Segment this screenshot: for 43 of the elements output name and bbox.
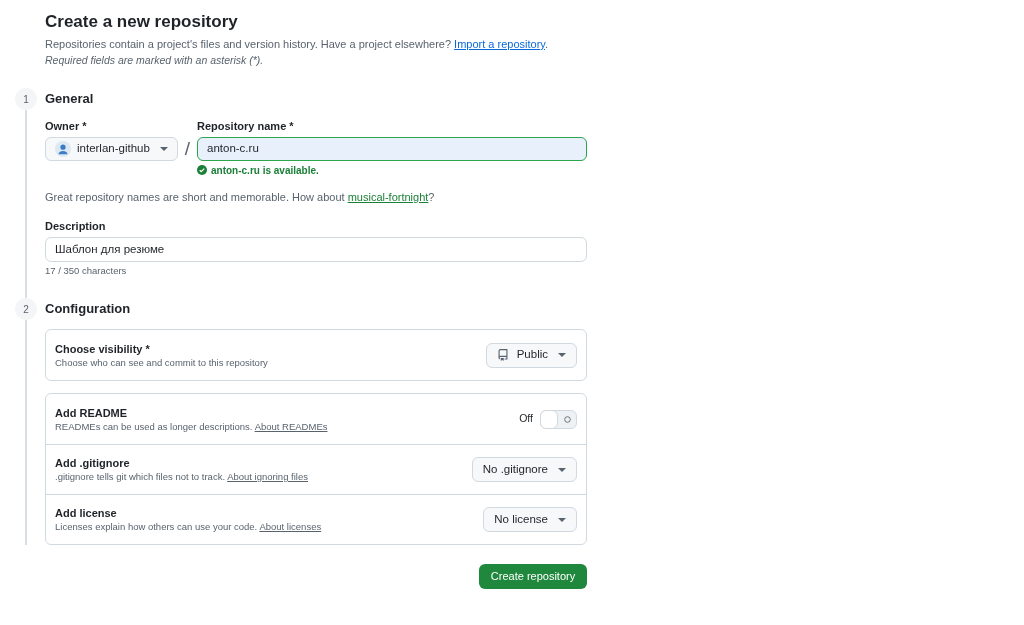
circle-icon xyxy=(563,415,571,423)
field-label: Owner * xyxy=(45,119,87,133)
setting-title: Choose visibility * xyxy=(55,341,150,356)
page-title: Create a new repository xyxy=(45,11,238,33)
dropdown-button[interactable]: No .gitignore xyxy=(471,457,577,482)
intro-text: Repositories contain a project's files and version history. Have a project elsewhere? Import a repository. xyxy=(45,37,549,52)
section-title: General xyxy=(45,90,94,109)
setting-description: .gitignore tells git which files not to track. About ignoring files xyxy=(55,470,308,483)
field-label: Description xyxy=(45,219,106,233)
import-link[interactable]: Import a repository xyxy=(454,38,545,50)
setting-title: Add README xyxy=(55,405,128,420)
required-note: Required fields are marked with an asterisk (*). xyxy=(45,53,264,68)
suggestion-link[interactable]: musical-fortnight xyxy=(347,191,429,203)
caret-icon xyxy=(558,517,566,522)
help-link[interactable]: About ignoring files xyxy=(227,471,308,482)
help-link[interactable]: About READMEs xyxy=(254,420,328,432)
avatar-icon xyxy=(55,141,71,157)
setting-title: Add license xyxy=(55,506,117,520)
section-title: Configuration xyxy=(45,300,131,319)
suggestion-text: Great repository names are short and memorable. How about musical-fortnight? xyxy=(45,190,435,205)
help-link[interactable]: About licenses xyxy=(259,521,322,532)
step-number: 1 xyxy=(15,88,37,110)
setting-description: Choose who can see and commit to this repository xyxy=(55,355,268,369)
path-separator: / xyxy=(184,137,191,161)
step-number: 2 xyxy=(15,298,37,320)
caret-icon xyxy=(558,467,566,472)
toggle-switch[interactable] xyxy=(540,409,577,429)
availability-message: anton-c.ru is available. xyxy=(211,163,319,178)
toggle-state-label: Off xyxy=(519,411,533,427)
setting-title: Add .gitignore xyxy=(55,456,130,470)
create-repository-button[interactable]: Create repository xyxy=(479,564,587,589)
dropdown-button[interactable]: Public xyxy=(485,342,577,368)
character-counter: 17 / 350 characters xyxy=(45,265,127,277)
field-label: Repository name * xyxy=(197,119,294,133)
description-field[interactable]: Шаблон для резюме xyxy=(45,237,587,262)
repository-name-field[interactable]: anton-c.ru xyxy=(197,137,587,161)
setting-description: Licenses explain how others can use your code. About licenses xyxy=(55,520,322,533)
owner-dropdown[interactable]: interlan-github xyxy=(45,137,178,161)
caret-icon xyxy=(558,353,566,357)
setting-description: READMEs can be used as longer descriptions. About READMEs xyxy=(55,419,328,433)
dropdown-button[interactable]: No license xyxy=(483,507,577,532)
repo-icon xyxy=(496,349,509,361)
caret-icon xyxy=(160,147,168,151)
